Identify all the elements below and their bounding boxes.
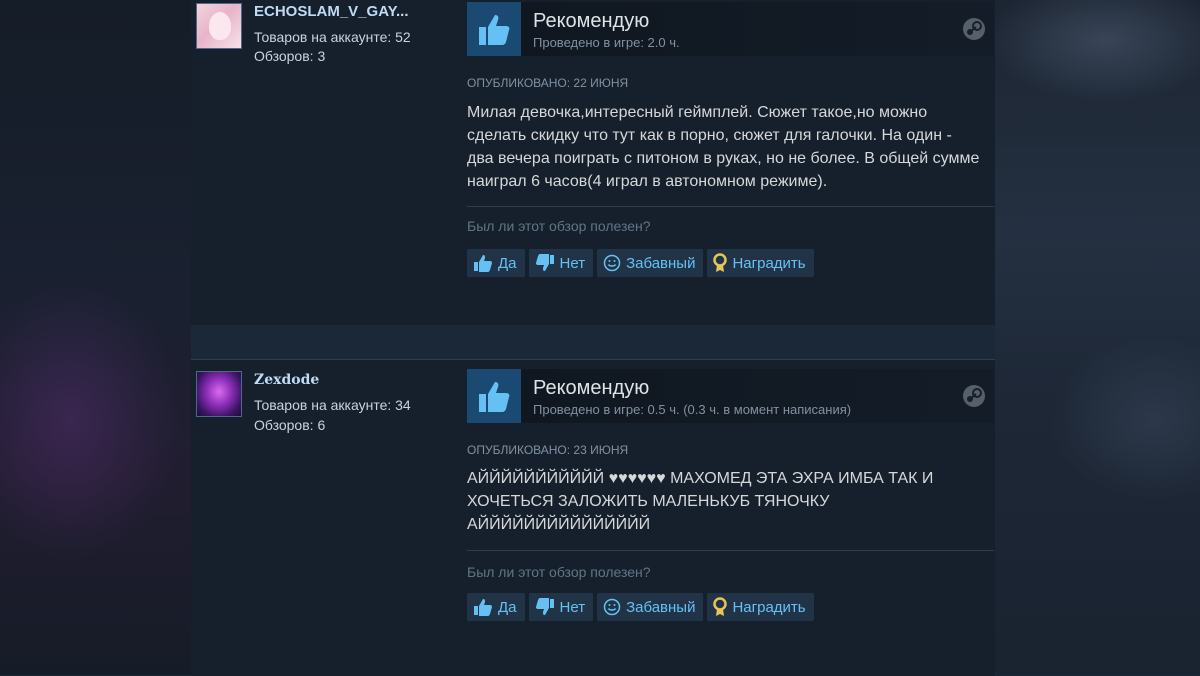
review-text: АЙЙЙЙЙЙЙЙЙЙЙ ♥♥♥♥♥♥ МАХОМЕД ЭТА ЭХРА ИМБ… <box>467 470 934 533</box>
posted-date: ОПУБЛИКОВАНО: 23 ИЮНЯ <box>467 443 629 457</box>
award-icon <box>713 597 728 617</box>
smiley-icon <box>603 598 621 616</box>
vote-no-label: Нет <box>559 598 586 616</box>
thumbs-down-icon <box>535 598 555 616</box>
award-label: Наградить <box>732 254 806 272</box>
rating-buttons: Да Нет Забавный Наградить <box>467 249 814 277</box>
reviews-count[interactable]: Обзоров: 6 <box>254 417 325 433</box>
thumbs-up-icon <box>467 2 521 56</box>
reviews-count[interactable]: Обзоров: 3 <box>254 48 325 64</box>
divider <box>467 206 994 207</box>
vote-header[interactable]: Рекомендую Проведено в игре: 0.5 ч. (0.3… <box>467 369 994 423</box>
playtime: Проведено в игре: 0.5 ч. (0.3 ч. в момен… <box>533 402 852 417</box>
vote-funny-button[interactable]: Забавный <box>597 249 704 277</box>
vote-yes-button[interactable]: Да <box>467 249 525 277</box>
posted-date: ОПУБЛИКОВАНО: 22 ИЮНЯ <box>467 76 629 90</box>
helpful-question: Был ли этот обзор полезен? <box>467 564 651 580</box>
award-button[interactable]: Наградить <box>707 249 814 277</box>
award-button[interactable]: Наградить <box>707 593 814 621</box>
review-text: Милая девочка,интересный геймплей. Сюжет… <box>467 104 980 190</box>
vote-no-label: Нет <box>559 254 586 272</box>
username-link[interactable]: Zexdode <box>254 372 319 388</box>
verdict-title: Рекомендую <box>533 10 650 32</box>
vote-no-button[interactable]: Нет <box>528 593 594 621</box>
thumbs-up-icon <box>473 598 493 616</box>
award-icon <box>713 253 728 273</box>
playtime: Проведено в игре: 2.0 ч. <box>533 35 680 50</box>
avatar[interactable] <box>196 371 242 417</box>
thumbs-up-icon <box>473 254 493 272</box>
thumbs-up-icon <box>467 369 521 423</box>
vote-funny-button[interactable]: Забавный <box>597 593 704 621</box>
steam-icon <box>962 17 986 41</box>
avatar[interactable] <box>196 3 242 49</box>
vote-funny-label: Забавный <box>626 254 696 272</box>
products-count[interactable]: Товаров на аккаунте: 34 <box>254 397 411 413</box>
vote-yes-button[interactable]: Да <box>467 593 525 621</box>
background-right <box>995 0 1200 675</box>
helpful-question: Был ли этот обзор полезен? <box>467 218 651 234</box>
review-card: ECHOSLAM_V_GAY... Товаров на аккаунте: 5… <box>191 0 995 325</box>
smiley-icon <box>603 254 621 272</box>
steam-icon <box>962 384 986 408</box>
vote-yes-label: Да <box>498 254 517 272</box>
vote-header[interactable]: Рекомендую Проведено в игре: 2.0 ч. <box>467 2 994 56</box>
products-count[interactable]: Товаров на аккаунте: 52 <box>254 29 411 45</box>
username-link[interactable]: ECHOSLAM_V_GAY... <box>254 3 409 20</box>
divider <box>467 550 994 551</box>
rating-buttons: Да Нет Забавный Наградить <box>467 593 814 621</box>
background-left <box>0 0 191 675</box>
vote-yes-label: Да <box>498 598 517 616</box>
vote-funny-label: Забавный <box>626 598 696 616</box>
vote-no-button[interactable]: Нет <box>528 249 594 277</box>
thumbs-down-icon <box>535 254 555 272</box>
award-label: Наградить <box>732 598 806 616</box>
verdict-title: Рекомендую <box>533 377 650 399</box>
review-card: Zexdode Товаров на аккаунте: 34 Обзоров:… <box>191 359 995 676</box>
